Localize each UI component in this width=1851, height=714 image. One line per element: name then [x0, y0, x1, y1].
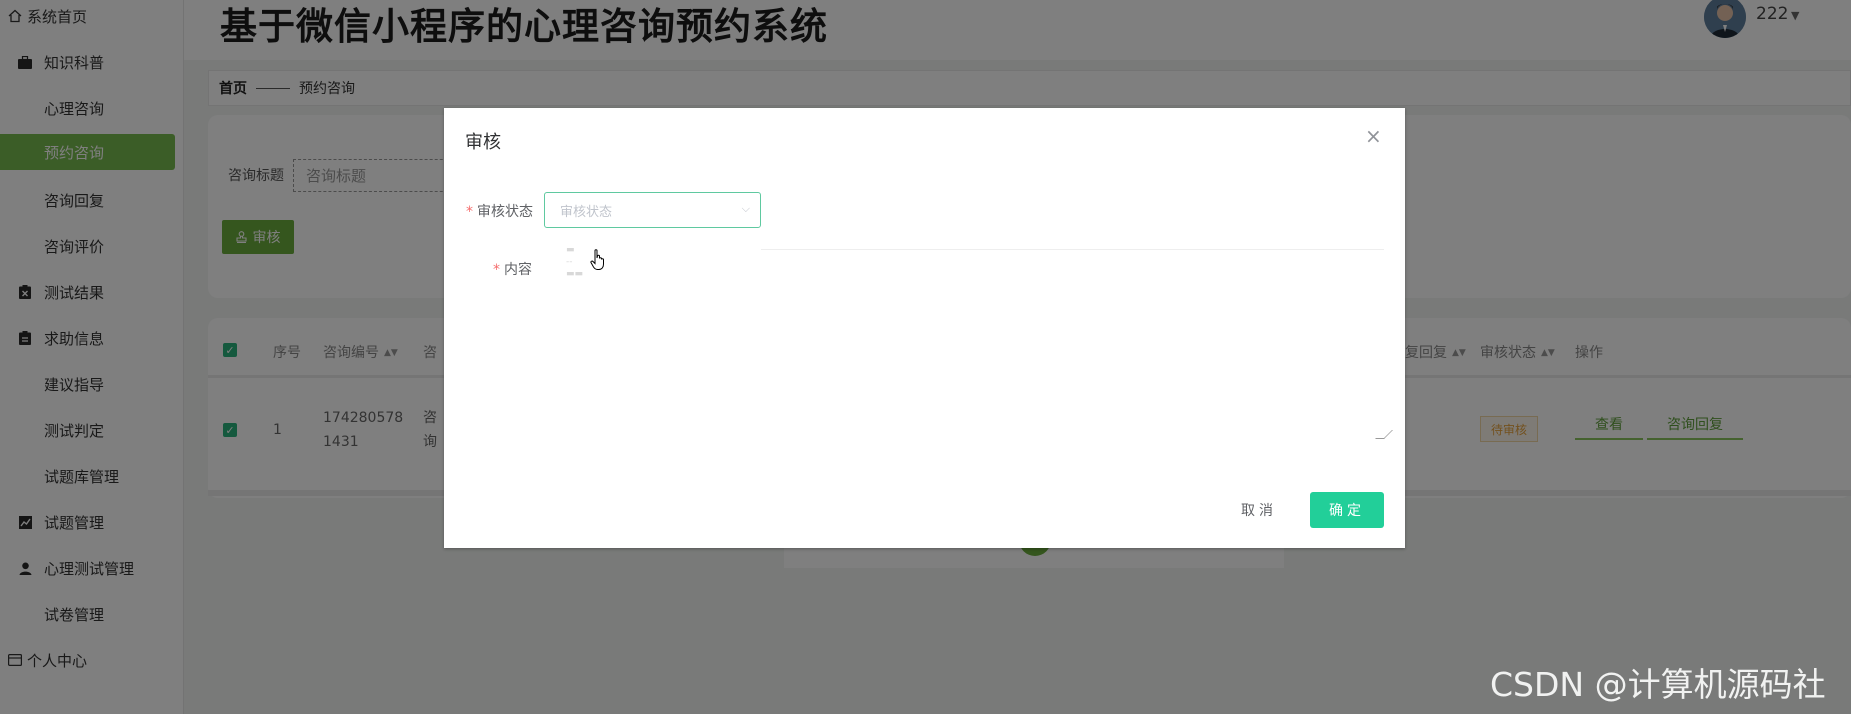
required-mark: *: [493, 262, 500, 278]
dialog-title: 审核: [465, 132, 501, 153]
chevron-down-icon: ⌵: [741, 202, 750, 215]
hand-cursor-icon: [590, 249, 604, 270]
status-field-label: * 审核状态: [466, 201, 533, 221]
content-field-label: * 内容: [493, 259, 532, 279]
required-mark: *: [466, 204, 473, 220]
close-icon[interactable]: ×: [1365, 126, 1382, 146]
audit-dialog: 审核 × * 审核状态 审核状态 ⌵ * 内容 ▬ ‑‑ ▬▬ 取消 确定: [444, 108, 1405, 548]
confirm-button[interactable]: 确定: [1310, 492, 1384, 528]
resize-handle-icon[interactable]: [1375, 430, 1393, 439]
dropdown-options-fading: ▬ ‑‑ ▬▬: [566, 245, 584, 279]
cancel-button[interactable]: 取消: [1224, 492, 1294, 528]
content-field-label-text: 内容: [504, 262, 532, 278]
watermark: CSDN @计算机源码社: [1490, 665, 1826, 704]
content-textarea[interactable]: [761, 249, 1393, 439]
status-select[interactable]: 审核状态 ⌵: [544, 192, 761, 228]
status-field-label-text: 审核状态: [477, 204, 533, 220]
status-select-placeholder: 审核状态: [560, 204, 613, 220]
